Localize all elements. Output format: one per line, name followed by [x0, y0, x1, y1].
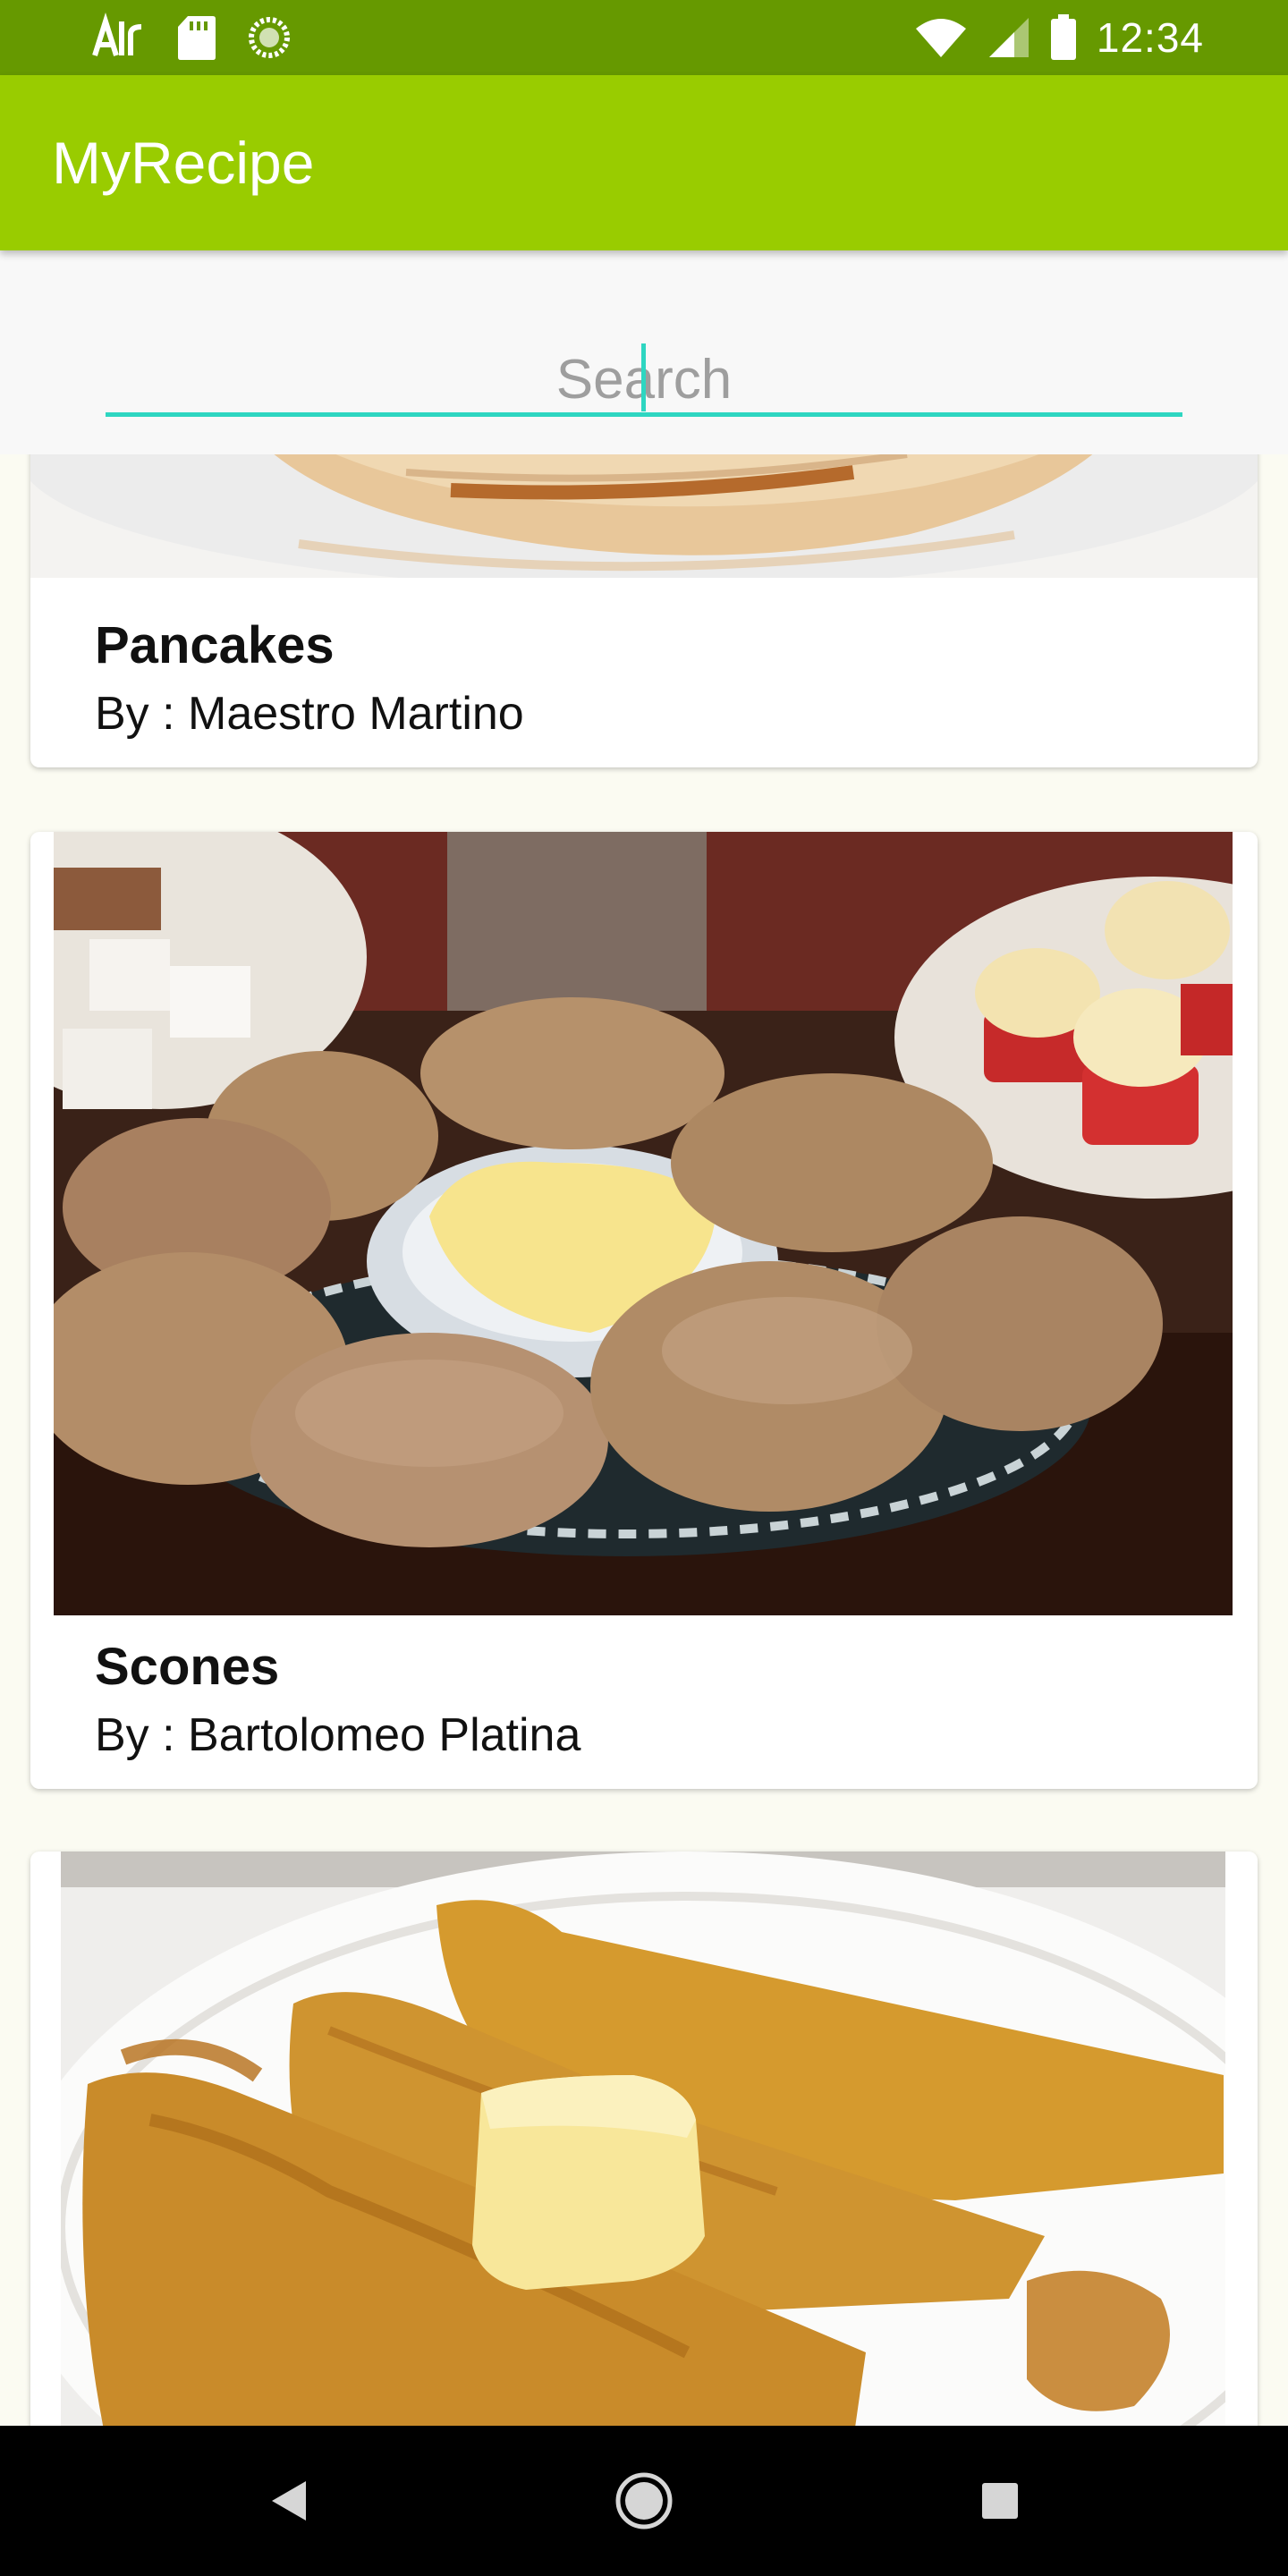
status-right-icons: 12:34	[914, 13, 1204, 63]
pancakes-photo	[30, 454, 1258, 578]
search-area	[0, 250, 1288, 454]
clock: 12:34	[1096, 14, 1204, 61]
recipe-author: By : Maestro Martino	[95, 688, 524, 740]
sd-card-icon	[178, 16, 216, 60]
nav-home-button[interactable]	[555, 2426, 733, 2576]
status-bar: 12:34	[0, 0, 1288, 75]
recipe-card-pancakes[interactable]: Pancakes By : Maestro Martino	[30, 454, 1258, 767]
back-icon	[272, 2481, 306, 2521]
airdroid-icon	[92, 13, 142, 56]
text-cursor	[641, 343, 646, 411]
sync-icon	[249, 17, 290, 58]
navigation-bar	[0, 2426, 1288, 2576]
app-title: MyRecipe	[52, 130, 315, 196]
recipe-card-french-toast[interactable]	[30, 1852, 1258, 2426]
battery-icon	[1050, 14, 1076, 60]
nav-back-button[interactable]	[199, 2426, 377, 2576]
home-icon	[615, 2472, 673, 2529]
recipe-author: By : Bartolomeo Platina	[95, 1709, 581, 1761]
recipe-card-scones[interactable]: Scones By : Bartolomeo Platina	[30, 832, 1258, 1789]
wifi-icon	[915, 19, 966, 57]
cell-signal-icon	[988, 18, 1029, 57]
scones-photo	[54, 832, 1233, 1615]
recipe-image-pancakes	[30, 454, 1258, 578]
app-bar: MyRecipe	[0, 75, 1288, 250]
recipe-image-french-toast	[61, 1852, 1225, 2426]
recipe-title: Pancakes	[95, 616, 335, 674]
french-toast-photo	[61, 1852, 1225, 2426]
recipe-title: Scones	[95, 1638, 280, 1696]
recipe-list[interactable]: Pancakes By : Maestro Martino Scones By …	[0, 454, 1288, 2426]
recents-icon	[982, 2483, 1018, 2519]
nav-recents-button[interactable]	[911, 2426, 1089, 2576]
recipe-image-scones	[54, 832, 1233, 1615]
status-left-icons	[89, 13, 292, 63]
